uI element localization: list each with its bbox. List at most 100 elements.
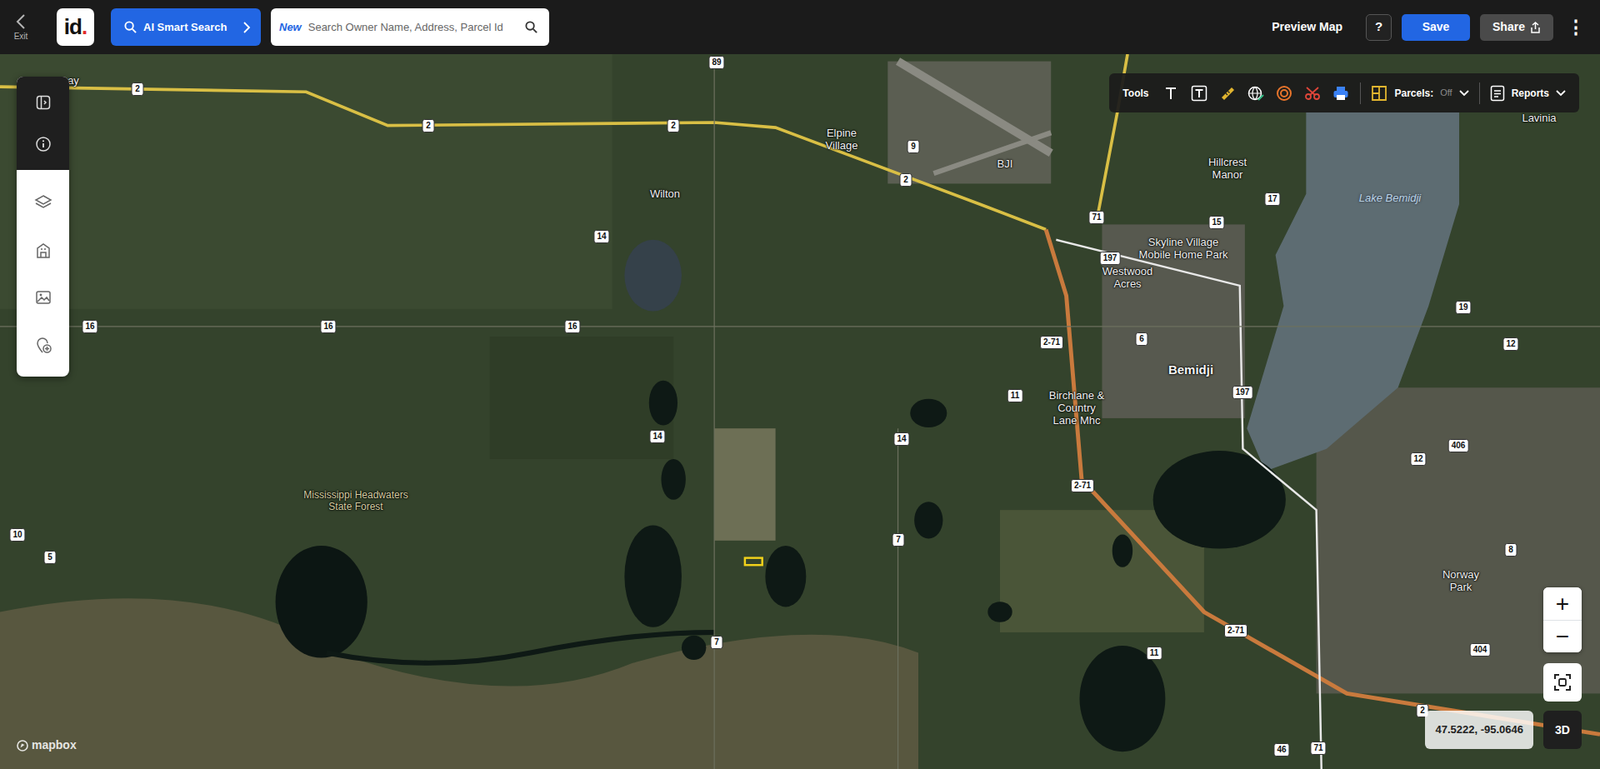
logo[interactable]: id. <box>56 8 95 46</box>
road-shield: 406 <box>1448 439 1470 453</box>
separator <box>1360 82 1361 105</box>
parcels-icon <box>1370 85 1388 102</box>
road-shield: 14 <box>649 430 665 444</box>
coordinates-readout: 47.5222, -95.0646 <box>1425 710 1534 750</box>
road-shield: 2-71 <box>1040 335 1064 350</box>
share-label: Share <box>1492 18 1525 36</box>
chevron-down-icon <box>1459 90 1470 97</box>
zoom-out-button[interactable]: − <box>1543 620 1582 653</box>
sidebar-icon <box>35 95 51 110</box>
road-shield: 10 <box>9 528 25 542</box>
ai-search-button[interactable]: AI Smart Search <box>110 8 261 46</box>
exit-button[interactable]: Exit <box>8 9 34 46</box>
search-input[interactable] <box>306 18 520 37</box>
info-icon <box>35 135 52 153</box>
place-label: Westwood Acres <box>1097 265 1158 291</box>
top-actions: Preview Map ? Save Share ⋮ <box>1271 14 1589 41</box>
add-place-button[interactable] <box>16 320 70 369</box>
place-label: Mississippi Headwaters State Forest <box>293 490 419 514</box>
zoom-in-button[interactable]: + <box>1543 587 1582 620</box>
top-bar: Exit id. AI Smart Search New Preview Map… <box>0 0 1600 55</box>
target-icon <box>1275 85 1293 102</box>
mapbox-label: mapbox <box>31 736 77 755</box>
share-button[interactable]: Share <box>1480 14 1554 41</box>
road-shield: 17 <box>1264 192 1280 206</box>
sidebar-toggle-button[interactable] <box>16 81 70 124</box>
preview-map-button[interactable]: Preview Map <box>1271 18 1356 36</box>
search-field[interactable]: New <box>270 8 550 46</box>
help-button[interactable]: ? <box>1365 14 1392 41</box>
buildings-button[interactable] <box>16 225 70 274</box>
road-shield: 15 <box>1208 215 1225 230</box>
fit-bounds-button[interactable] <box>1543 663 1582 702</box>
map[interactable]: ayWiltonElpine VillageBJIHillcrest Manor… <box>0 54 1600 769</box>
logo-text: id <box>64 10 82 44</box>
parcels-toggle[interactable]: Parcels: Off <box>1370 85 1469 102</box>
share-icon <box>1530 21 1541 34</box>
tools-bar: Tools Parcels: Off Reports <box>1109 73 1580 113</box>
road-shield: 2-71 <box>1070 479 1095 493</box>
layers-icon <box>34 193 53 212</box>
tools-label: Tools <box>1122 85 1149 101</box>
text-tool-icon <box>1163 85 1179 101</box>
road-shield: 14 <box>893 432 910 446</box>
report-icon <box>1490 85 1505 102</box>
road-shield: 197 <box>1100 251 1121 265</box>
chevron-right-icon <box>242 21 251 34</box>
left-toolbar <box>16 76 70 377</box>
new-badge: New <box>279 19 302 36</box>
cut-tool-button[interactable] <box>1303 84 1322 103</box>
zoom-control: + − <box>1543 587 1582 653</box>
road-shield: 12 <box>1502 337 1519 351</box>
ruler-icon <box>1219 85 1236 102</box>
text-tool-button[interactable] <box>1161 84 1180 103</box>
layers-button[interactable] <box>16 178 70 226</box>
road-shield: 11 <box>1007 389 1024 403</box>
mapbox-attribution[interactable]: mapbox <box>16 736 77 755</box>
save-button[interactable]: Save <box>1401 14 1470 41</box>
place-label: Lake Bemidji <box>1359 192 1421 205</box>
imagery-button[interactable] <box>16 273 70 321</box>
road-shield: 6 <box>1135 332 1149 346</box>
3d-toggle-button[interactable]: 3D <box>1543 710 1582 750</box>
road-shield: 46 <box>1273 743 1290 757</box>
place-label: Bemidji <box>1168 362 1214 377</box>
road-shield: 14 <box>593 230 610 244</box>
scissors-icon <box>1304 85 1321 102</box>
road-shield: 404 <box>1470 643 1491 657</box>
road-shield: 2 <box>131 82 145 96</box>
radius-tool-button[interactable] <box>1275 84 1294 103</box>
draw-tool-button[interactable] <box>1246 84 1265 103</box>
road-shield: 16 <box>320 320 336 334</box>
print-button[interactable] <box>1331 84 1350 103</box>
place-label: BJI <box>997 158 1014 171</box>
label-tool-button[interactable] <box>1190 84 1209 103</box>
road-shield: 16 <box>81 320 98 334</box>
parcels-label: Parcels: <box>1394 85 1434 101</box>
road-shield: 7 <box>710 635 724 650</box>
exit-label: Exit <box>14 32 29 41</box>
road-shield: 5 <box>44 550 57 565</box>
info-button[interactable] <box>16 123 70 165</box>
reports-menu[interactable]: Reports <box>1490 85 1566 102</box>
chevron-down-icon <box>1555 90 1566 97</box>
measure-tool-button[interactable] <box>1218 84 1237 103</box>
satellite-imagery <box>0 54 1600 769</box>
printer-icon <box>1332 85 1350 102</box>
more-menu-button[interactable]: ⋮ <box>1563 18 1589 37</box>
road-shield: 9 <box>907 140 920 154</box>
ai-search-label: AI Smart Search <box>143 19 236 36</box>
road-shield: 89 <box>708 55 725 70</box>
reports-label: Reports <box>1511 85 1550 101</box>
place-label: Elpine Village <box>816 127 867 153</box>
road-shield: 71 <box>1088 210 1105 225</box>
search-icon[interactable] <box>525 20 538 34</box>
mapbox-logo-icon <box>16 740 29 752</box>
road-shield: 197 <box>1232 385 1254 400</box>
fit-screen-icon <box>1553 673 1572 692</box>
search-icon <box>124 20 137 34</box>
road-shield: 8 <box>1505 543 1518 557</box>
place-label: ay <box>67 75 80 88</box>
image-icon <box>34 288 53 307</box>
road-shield: 16 <box>564 320 580 334</box>
